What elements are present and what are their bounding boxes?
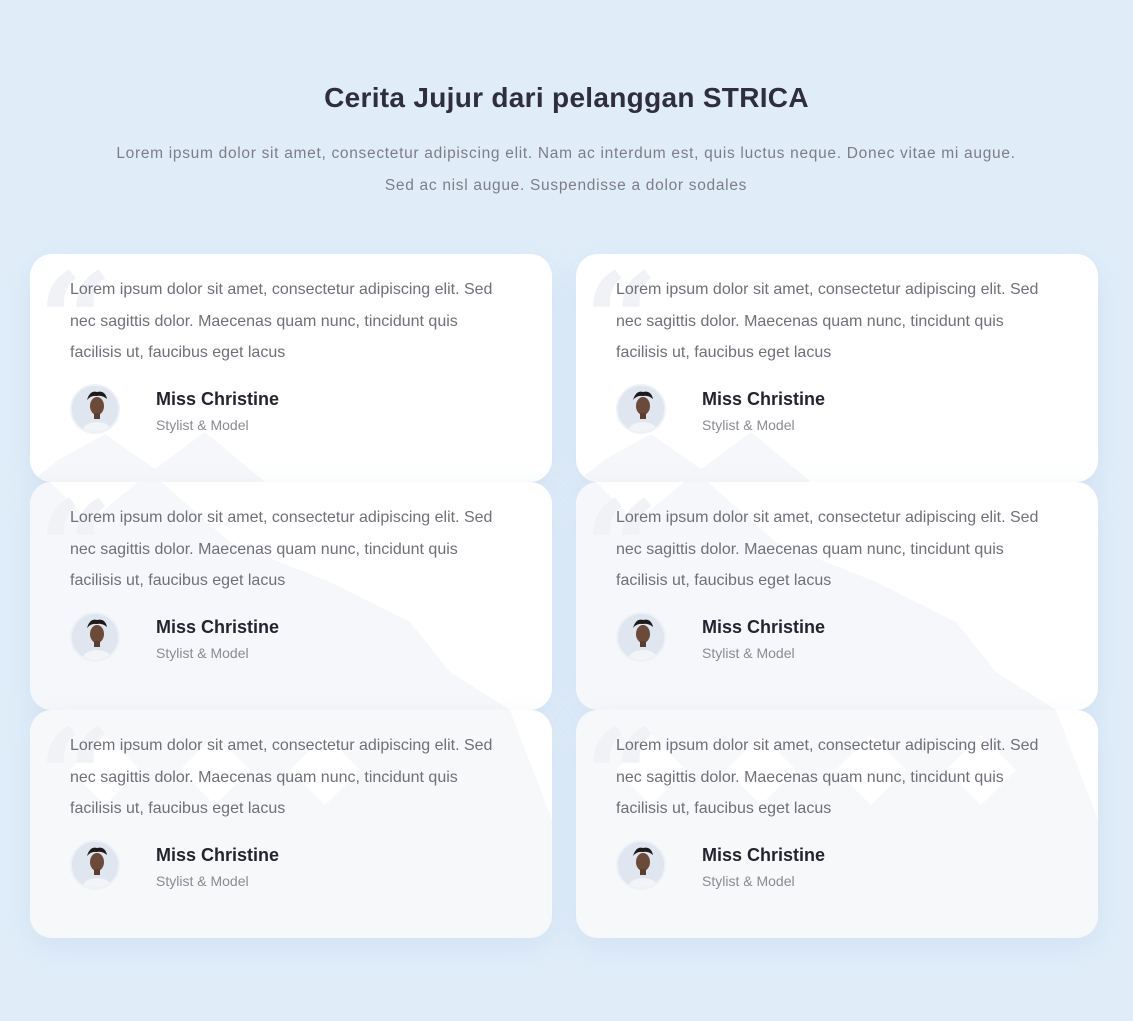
testimonial-text: Lorem ipsum dolor sit amet, consectetur … — [70, 737, 493, 817]
author-name: Miss Christine — [156, 389, 280, 409]
person-avatar-icon — [618, 842, 664, 888]
author-name: Miss Christine — [702, 845, 826, 865]
section-title: Cerita Jujur dari pelanggan STRICA — [324, 82, 809, 113]
avatar — [70, 612, 120, 662]
testimonial-card: “ Lorem ipsum dolor sit amet, consectetu… — [576, 710, 1098, 938]
author-name: Miss Christine — [156, 845, 280, 865]
testimonial-grid: “ Lorem ipsum dolor sit amet, consectetu… — [30, 254, 1098, 938]
testimonial-text: Lorem ipsum dolor sit amet, consectetur … — [616, 737, 1039, 817]
person-avatar-icon — [72, 386, 118, 432]
author-role: Stylist & Model — [702, 417, 795, 433]
author-role: Stylist & Model — [702, 645, 795, 661]
avatar — [616, 840, 666, 890]
person-avatar-icon — [618, 614, 664, 660]
person-avatar-icon — [72, 842, 118, 888]
section-subtitle: Lorem ipsum dolor sit amet, consectetur … — [116, 145, 1016, 194]
author-role: Stylist & Model — [702, 873, 795, 889]
author-role: Stylist & Model — [156, 417, 249, 433]
avatar — [70, 384, 120, 434]
author-name: Miss Christine — [702, 389, 826, 409]
testimonial-text: Lorem ipsum dolor sit amet, consectetur … — [616, 281, 1039, 361]
testimonial-card: “ Lorem ipsum dolor sit amet, consectetu… — [30, 710, 552, 938]
author-role: Stylist & Model — [156, 645, 249, 661]
testimonial-card: “ Lorem ipsum dolor sit amet, consectetu… — [30, 482, 552, 710]
author-name: Miss Christine — [156, 617, 280, 637]
testimonial-text: Lorem ipsum dolor sit amet, consectetur … — [70, 281, 493, 361]
testimonial-card: “ Lorem ipsum dolor sit amet, consectetu… — [30, 254, 552, 482]
testimonial-card: “ Lorem ipsum dolor sit amet, consectetu… — [576, 254, 1098, 482]
author-role: Stylist & Model — [156, 873, 249, 889]
testimonial-text: Lorem ipsum dolor sit amet, consectetur … — [616, 509, 1039, 589]
testimonial-card: “ Lorem ipsum dolor sit amet, consectetu… — [576, 482, 1098, 710]
avatar — [616, 384, 666, 434]
person-avatar-icon — [618, 386, 664, 432]
avatar — [70, 840, 120, 890]
avatar — [616, 612, 666, 662]
testimonial-text: Lorem ipsum dolor sit amet, consectetur … — [70, 509, 493, 589]
person-avatar-icon — [72, 614, 118, 660]
author-name: Miss Christine — [702, 617, 826, 637]
